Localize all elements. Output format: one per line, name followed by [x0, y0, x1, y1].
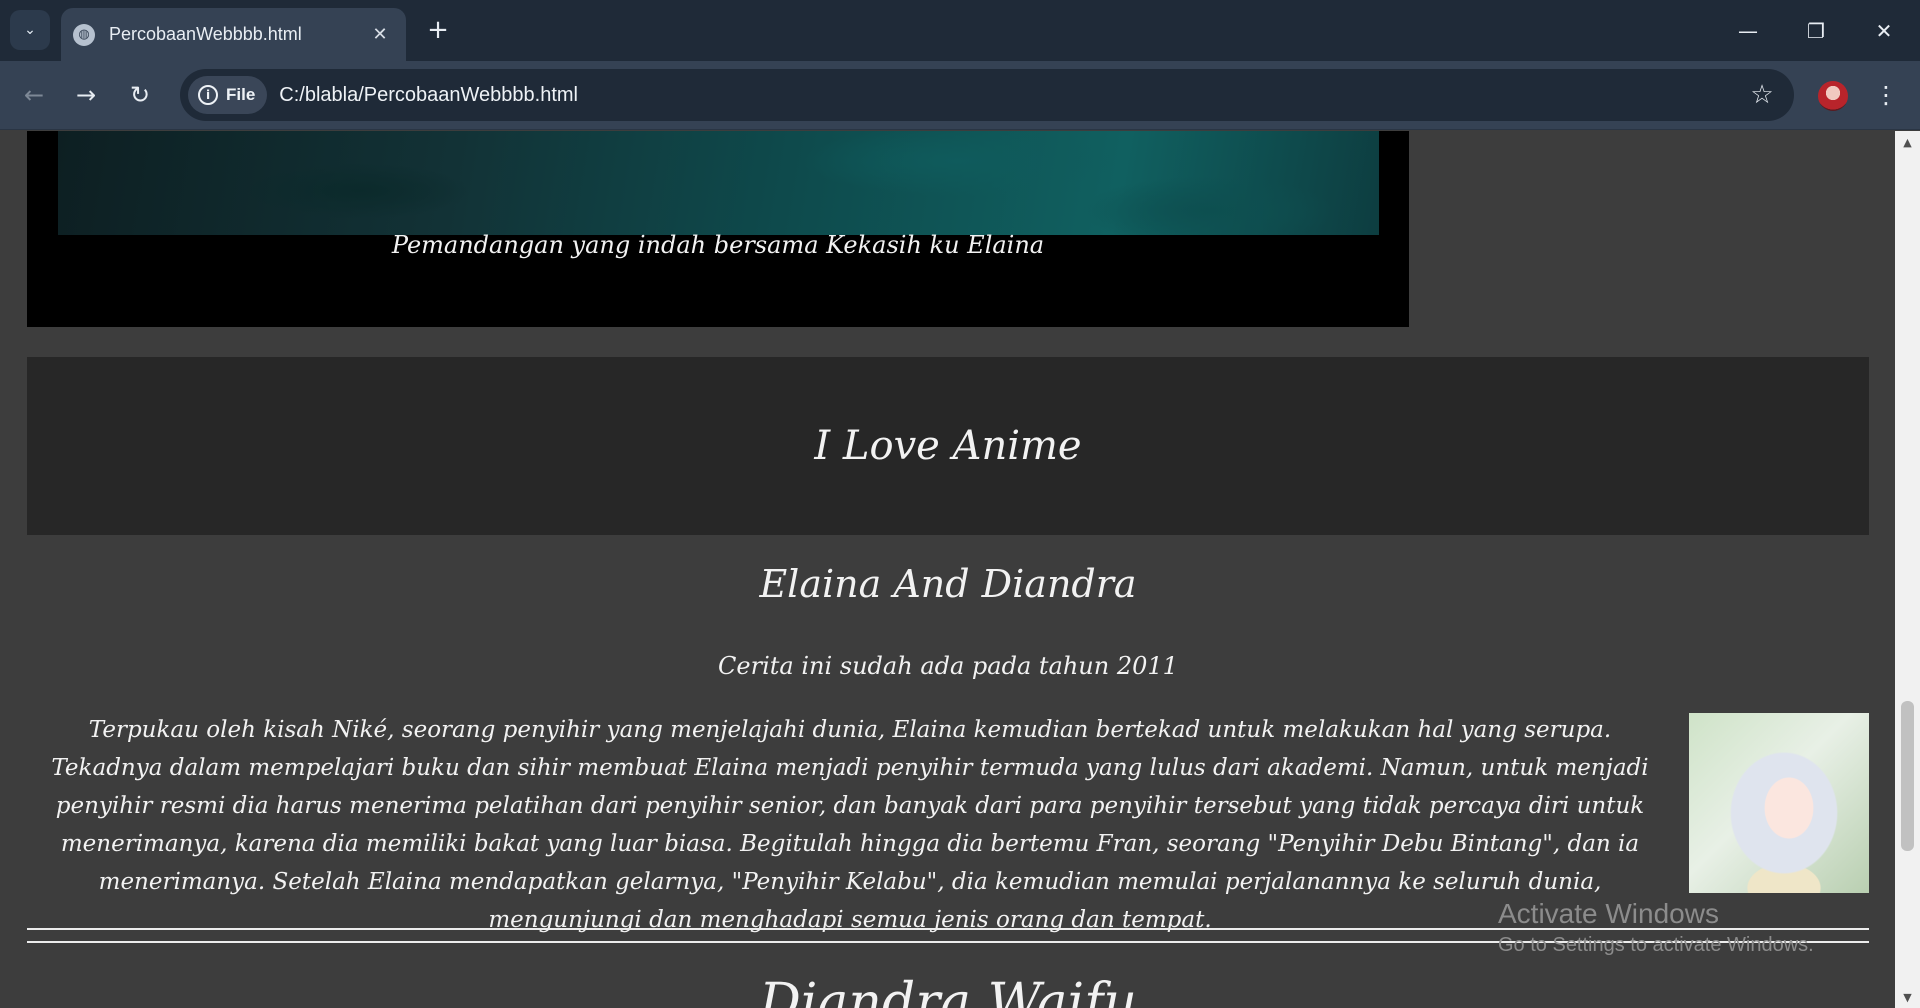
- vertical-scrollbar[interactable]: ▲ ▼: [1895, 131, 1920, 1008]
- scroll-thumb[interactable]: [1901, 701, 1914, 851]
- close-tab-button[interactable]: ✕: [366, 24, 394, 45]
- reload-button[interactable]: ↻: [118, 73, 162, 117]
- elaina-image: [1689, 713, 1869, 893]
- new-tab-button[interactable]: +: [422, 14, 454, 46]
- active-tab[interactable]: ◍ PercobaanWebbbb.html ✕: [61, 8, 406, 61]
- tab-strip: ⌄ ◍ PercobaanWebbbb.html ✕ + — ❐ ✕: [0, 0, 1920, 61]
- tab-title: PercobaanWebbbb.html: [109, 24, 302, 44]
- gallery-section: Pemandangan yang indah bersama Kekasih k…: [27, 131, 1409, 327]
- gallery-caption: Pemandangan yang indah bersama Kekasih k…: [391, 231, 1045, 259]
- minimize-button[interactable]: —: [1714, 0, 1782, 61]
- scroll-down-arrow-icon[interactable]: ▼: [1895, 986, 1920, 1008]
- page-viewport: Pemandangan yang indah bersama Kekasih k…: [0, 131, 1895, 1008]
- chevron-down-icon: ⌄: [24, 22, 36, 38]
- site-chip-label: File: [226, 85, 256, 104]
- activation-watermark: Activate Windows Go to Settings to activ…: [1498, 898, 1814, 957]
- arrow-right-icon: →: [75, 81, 97, 109]
- profile-avatar[interactable]: [1818, 81, 1848, 111]
- reload-icon: ↻: [129, 81, 151, 109]
- section-subtitle: Cerita ini sudah ada pada tahun 2011: [718, 652, 1178, 680]
- watermark-title: Activate Windows: [1498, 898, 1719, 929]
- kebab-menu-icon: ⋮: [1874, 81, 1898, 109]
- tab-search-button[interactable]: ⌄: [10, 10, 50, 50]
- url-text[interactable]: C:/blabla/PercobaanWebbbb.html: [279, 84, 1740, 107]
- watermark-subtitle: Go to Settings to activate Windows.: [1498, 934, 1814, 956]
- browser-toolbar: ← → ↻ i File C:/blabla/PercobaanWebbbb.h…: [0, 61, 1920, 130]
- next-section-title: Diandra Waifu: [759, 973, 1137, 1008]
- address-bar[interactable]: i File C:/blabla/PercobaanWebbbb.html ☆: [180, 69, 1794, 121]
- close-window-button[interactable]: ✕: [1850, 0, 1918, 61]
- story-paragraph: Terpukau oleh kisah Niké, seorang penyih…: [51, 717, 1649, 933]
- arrow-left-icon: ←: [23, 81, 45, 109]
- section-title: Elaina And Diandra: [759, 562, 1137, 606]
- page-header: I Love Anime: [27, 357, 1869, 535]
- forward-button[interactable]: →: [64, 73, 108, 117]
- restore-button[interactable]: ❐: [1782, 0, 1850, 61]
- star-icon[interactable]: ☆: [1740, 80, 1784, 110]
- site-info-chip[interactable]: i File: [188, 76, 268, 114]
- globe-icon: ◍: [73, 23, 95, 46]
- info-icon: i: [198, 85, 218, 105]
- page-title: I Love Anime: [814, 423, 1082, 469]
- browser-menu-button[interactable]: ⋮: [1866, 73, 1906, 117]
- scenery-image: [58, 131, 1379, 235]
- back-button[interactable]: ←: [12, 73, 56, 117]
- scroll-up-arrow-icon[interactable]: ▲: [1895, 131, 1920, 153]
